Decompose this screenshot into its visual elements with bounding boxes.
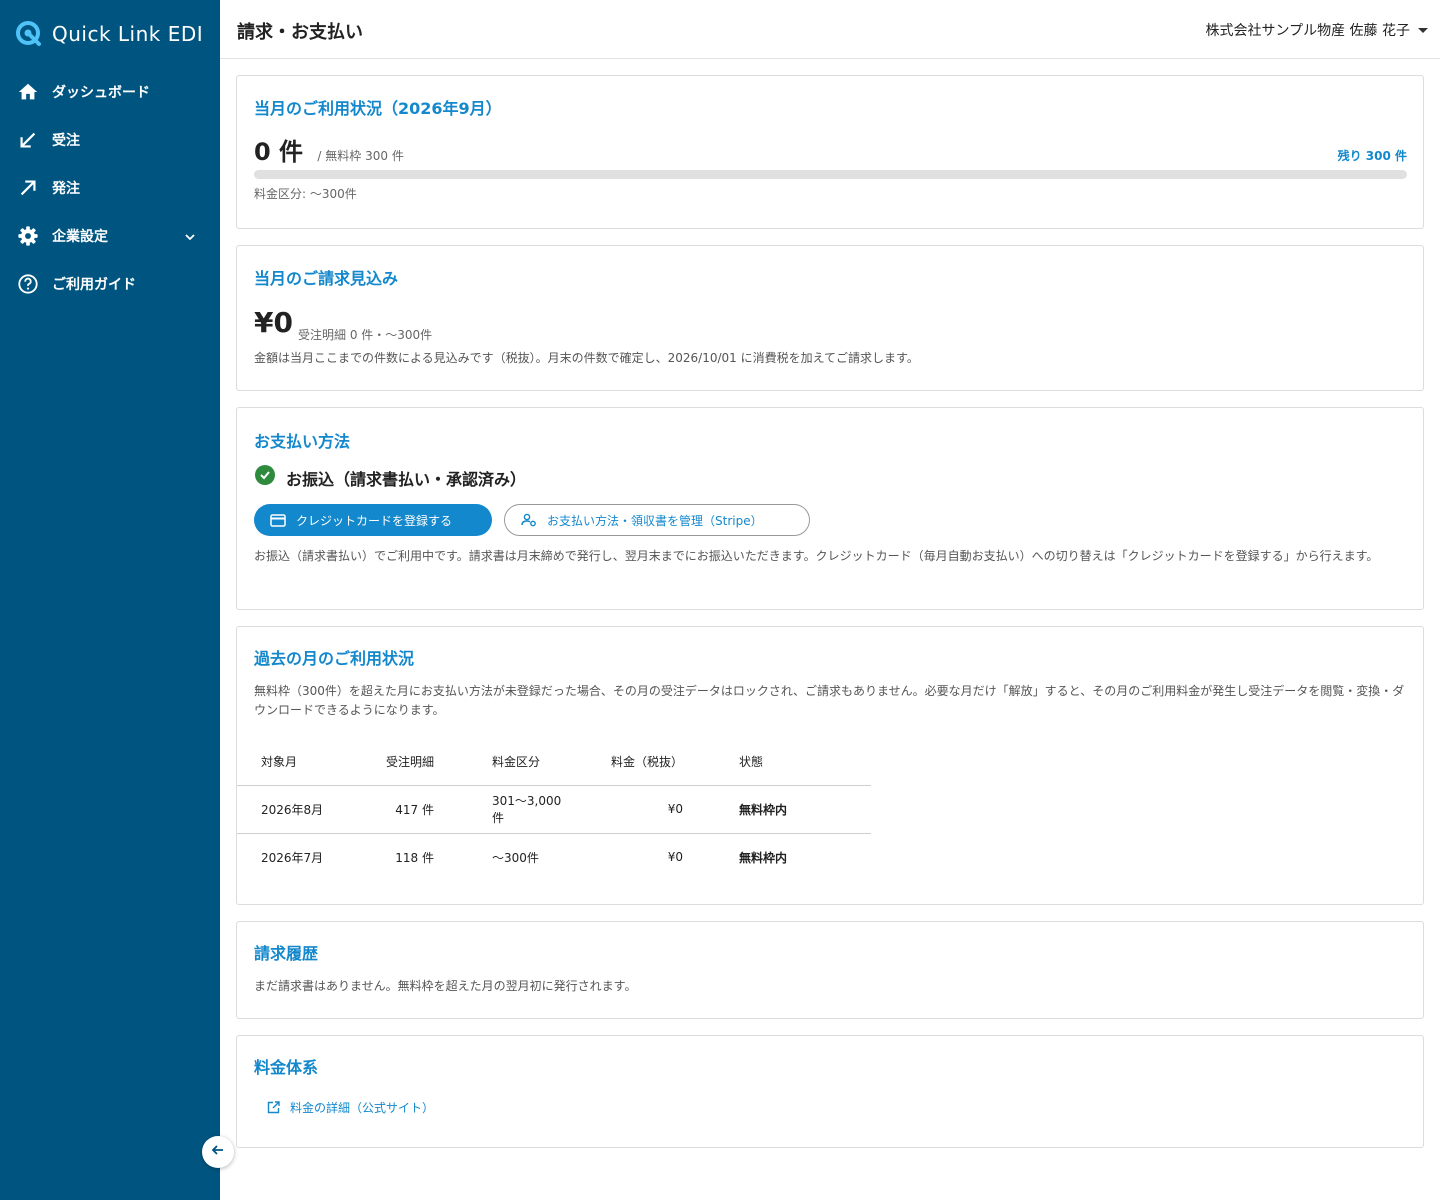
arrow-up-right-icon (16, 176, 40, 200)
cell-status: 無料枠内 (683, 785, 871, 834)
sidebar-item-orders-received[interactable]: 受注 (0, 116, 220, 164)
invoice-history-note: まだ請求書はありません。無料枠を超えた月の翌月初に発行されます。 (254, 979, 637, 993)
sidebar: Quick Link EDI ダッシュボード 受注 発注 企業設定 ご利用ガイド (0, 0, 220, 1200)
caret-down-icon (1418, 27, 1428, 33)
pricing-details-link[interactable]: 料金の詳細（公式サイト） (267, 1099, 434, 1116)
credit-card-icon (270, 513, 286, 527)
payment-method: お振込（請求書払い・承認済み） (286, 470, 527, 489)
usage-title: 当月のご利用状況（2026年9月） (254, 99, 502, 118)
arrow-left-icon (210, 1142, 226, 1162)
column-header: 受注明細 (352, 739, 434, 786)
cell-tier: 301〜3,000件 (434, 785, 565, 834)
cell-fee: ¥0 (667, 850, 683, 865)
estimate-card: 当月のご請求見込み ¥0 受注明細 0 件・〜300件 金額は当月ここまでの件数… (236, 245, 1424, 391)
cell-count: 417 件 (352, 785, 434, 834)
sidebar-item-label: 受注 (52, 133, 80, 149)
cell-month: 2026年8月 (237, 785, 352, 834)
cell-month: 2026年7月 (261, 850, 324, 865)
cell-fee: ¥0 (565, 785, 683, 834)
app-logo[interactable]: Quick Link EDI (0, 0, 220, 68)
table-header-row: 対象月 受注明細 料金区分 料金（税抜） 状態 (237, 739, 871, 786)
invoice-history-card: 請求履歴 まだ請求書はありません。無料枠を超えた月の翌月初に発行されます。 (236, 921, 1424, 1019)
estimate-detail: 受注明細 0 件・〜300件 (298, 328, 433, 342)
logo-mark-icon (16, 21, 42, 47)
table-row: 2026年8月 417 件 301〜3,000件 ¥0 無料枠内 (237, 785, 871, 834)
register-credit-card-label: クレジットカードを登録する (296, 513, 453, 528)
pricing-details-label: 料金の詳細（公式サイト） (290, 1101, 435, 1115)
past-usage-card: 過去の月のご利用状況 無料枠（300件）を超えた月にお支払い方法が未登録だった場… (236, 626, 1424, 905)
cell-count: 118 件 (395, 850, 434, 865)
column-header: 料金区分 (434, 739, 565, 786)
column-header: 料金（税抜） (565, 739, 683, 786)
pricing-card: 料金体系 料金の詳細（公式サイト） (236, 1035, 1424, 1148)
estimate-title: 当月のご請求見込み (254, 269, 399, 288)
payment-title: お支払い方法 (254, 432, 351, 451)
gear-icon (16, 224, 40, 248)
sidebar-item-label: ご利用ガイド (52, 277, 136, 293)
sidebar-item-company-settings[interactable]: 企業設定 (0, 212, 220, 260)
cell-status: 無料枠内 (739, 850, 788, 865)
cell-tier: 〜300件 (492, 850, 539, 865)
home-icon (16, 80, 40, 104)
register-credit-card-button[interactable]: クレジットカードを登録する (254, 504, 492, 536)
top-bar: 請求・お支払い 株式会社サンプル物産 佐藤 花子 (220, 0, 1440, 59)
user-menu[interactable]: 株式会社サンプル物産 佐藤 花子 (1206, 20, 1428, 40)
usage-card: 当月のご利用状況（2026年9月） 0 件 / 無料枠 300 件 残り 300… (236, 75, 1424, 229)
user-name: 株式会社サンプル物産 佐藤 花子 (1205, 23, 1410, 39)
manage-payment-label: お支払い方法・領収書を管理（Stripe） (547, 513, 763, 528)
usage-remaining: 残り 300 件 (1337, 149, 1407, 163)
past-usage-table: 対象月 受注明細 料金区分 料金（税抜） 状態 2026年8月 417 件 30… (237, 739, 871, 881)
usage-tier: 料金区分: 〜300件 (254, 187, 357, 201)
app-name: Quick Link EDI (52, 22, 204, 46)
usage-count: 0 件 / 無料枠 300 件 (254, 132, 404, 167)
usage-progress-bar (254, 170, 1407, 179)
external-link-icon (267, 1101, 280, 1114)
table-row: 2026年7月 118 件 〜300件 ¥0 無料枠内 (237, 833, 871, 881)
estimate-amount: ¥0 (254, 306, 293, 339)
chevron-down-icon (184, 228, 196, 247)
past-usage-title: 過去の月のご利用状況 (254, 649, 415, 668)
check-circle-icon (255, 465, 275, 485)
invoice-history-title: 請求履歴 (254, 944, 319, 963)
user-settings-icon (521, 513, 537, 527)
pricing-title: 料金体系 (254, 1058, 319, 1077)
sidebar-item-label: ダッシュボード (52, 85, 150, 101)
estimate-note: 金額は当月ここまでの件数による見込みです（税抜）。月末の件数で確定し、2026/… (254, 351, 919, 365)
sidebar-item-label: 企業設定 (52, 229, 108, 245)
column-header: 対象月 (237, 739, 352, 786)
sidebar-item-dashboard[interactable]: ダッシュボード (0, 68, 220, 116)
sidebar-item-orders-placed[interactable]: 発注 (0, 164, 220, 212)
help-circle-icon (16, 272, 40, 296)
page-title: 請求・お支払い (237, 22, 363, 43)
usage-count-value: 0 件 (254, 138, 304, 166)
sidebar-item-user-guide[interactable]: ご利用ガイド (0, 260, 220, 308)
manage-payment-button[interactable]: お支払い方法・領収書を管理（Stripe） (504, 504, 810, 536)
column-header: 状態 (683, 739, 871, 786)
arrow-down-left-icon (16, 128, 40, 152)
usage-quota: / 無料枠 300 件 (317, 149, 404, 163)
sidebar-collapse-button[interactable] (202, 1136, 234, 1168)
payment-note: お振込（請求書払い）でご利用中です。請求書は月末締めで発行し、翌月末までにお振込… (254, 549, 1379, 563)
past-usage-note: 無料枠（300件）を超えた月にお支払い方法が未登録だった場合、その月の受注データ… (254, 684, 1405, 717)
payment-card: お支払い方法 お振込（請求書払い・承認済み） クレジットカードを登録する お支払… (236, 407, 1424, 610)
sidebar-item-label: 発注 (52, 181, 80, 197)
